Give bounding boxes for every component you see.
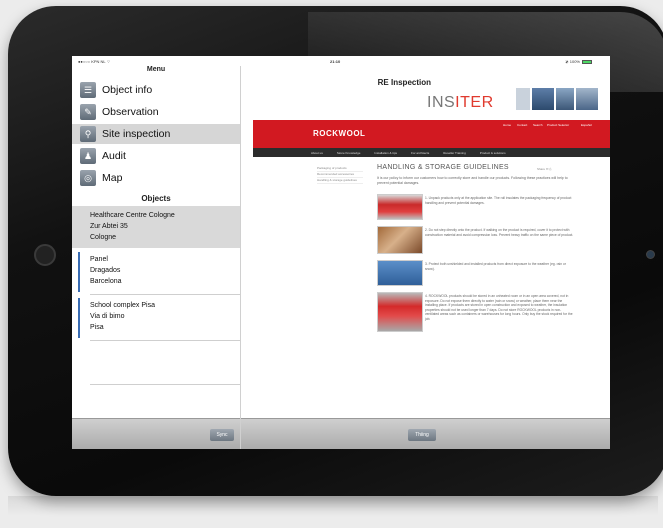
step-text: 1. Unpack products only at the applicati… (425, 196, 572, 205)
audit-icon: ♟ (80, 148, 96, 164)
guideline-step: 3. Protect both unshielded and installed… (377, 260, 577, 286)
object-item-panel[interactable]: Panel Dragados Barcelona (72, 252, 240, 292)
battery-label: ≵ 100% (565, 59, 580, 64)
menu-item-object-info[interactable]: ☰ Object info (72, 80, 240, 100)
header-images (516, 88, 598, 110)
object-city: Barcelona (90, 278, 122, 285)
step-text: 4. ROCKWOOL products should be stored in… (425, 294, 573, 321)
camera-lens (646, 250, 655, 259)
rockwool-nav: About us Stone Knowledge Installation & … (253, 148, 610, 157)
sync-button[interactable]: Sync (210, 429, 234, 441)
tablet-shadow (8, 496, 658, 516)
objects-title: Objects (141, 194, 171, 203)
menu-item-observation[interactable]: ✎ Observation (72, 102, 240, 122)
step-image (377, 292, 423, 332)
guidelines-heading: HANDLING & STORAGE GUIDELINES (377, 164, 509, 171)
step-text: 3. Protect both unshielded and installed… (425, 262, 566, 271)
magnifier-icon: ⚲ (80, 126, 96, 142)
step-image (377, 226, 423, 254)
insiter-logo: INSITER (427, 94, 494, 112)
object-street: Via di bimo (90, 313, 125, 320)
share-tools[interactable]: Share ✉ ⎙ (537, 167, 552, 171)
menu-item-audit[interactable]: ♟ Audit (72, 146, 240, 166)
menu-item-label: Site inspection (102, 128, 171, 140)
header-image (516, 88, 530, 110)
guideline-step: 2. Do not step directly onto the product… (377, 226, 577, 254)
side-links: Packaging of products Recommended access… (317, 166, 363, 184)
top-link[interactable]: Home (503, 123, 511, 127)
object-city: Cologne (90, 234, 117, 241)
top-link[interactable]: Product Selector (547, 123, 569, 127)
object-name: Panel (90, 256, 108, 263)
left-toolbar: Sync (72, 418, 240, 449)
status-bar: ●●○○○ KPN NL ⌔ 21:10 ≵ 100% (72, 56, 610, 66)
menu-item-label: Observation (102, 106, 159, 118)
guideline-step: 1. Unpack products only at the applicati… (377, 194, 577, 220)
step-image (377, 194, 423, 220)
header-image (556, 88, 574, 110)
object-city: Pisa (90, 324, 104, 331)
thiing-button[interactable]: Thiing (408, 429, 436, 441)
menu-item-site-inspection[interactable]: ⚲ Site inspection (72, 124, 240, 144)
rockwool-logo[interactable]: ROCKWOOL (313, 129, 365, 138)
object-street: Dragados (90, 267, 121, 274)
object-street: Zur Abtei 35 (90, 223, 128, 230)
list-divider (90, 384, 240, 385)
map-icon: ◎ (80, 170, 96, 186)
nav-item[interactable]: Installation & tips (374, 151, 397, 155)
clock: 21:10 (330, 59, 341, 64)
left-panel: Menu ☰ Object info ✎ Observation ⚲ Site … (72, 66, 241, 449)
battery-icon (582, 59, 592, 64)
menu-title: Menu (146, 66, 166, 73)
carrier-label: ●●○○○ KPN NL ⌔ (78, 59, 111, 64)
side-link[interactable]: Handling & storage guidelines (317, 178, 363, 184)
tablet-screen: ●●○○○ KPN NL ⌔ 21:10 ≵ 100% Menu ☰ Objec… (72, 56, 610, 449)
object-name: School complex Pisa (90, 302, 155, 309)
nav-item[interactable]: About us (311, 151, 323, 155)
document-icon: ☰ (80, 82, 96, 98)
list-divider (90, 340, 240, 341)
inspection-title: RE Inspection (377, 78, 431, 87)
nav-item[interactable]: Product & solutions (480, 151, 506, 155)
inspection-panel: RE Inspection INSITER ROCKWOOL Home Cont… (241, 66, 610, 449)
battery-indicator: ≵ 100% (565, 59, 592, 64)
header-image (532, 88, 554, 110)
object-item-school[interactable]: School complex Pisa Via di bimo Pisa (72, 298, 240, 338)
top-link[interactable]: Contact (517, 123, 527, 127)
step-text: 2. Do not step directly onto the product… (425, 228, 574, 237)
header-image (576, 88, 598, 110)
menu-item-label: Object info (102, 84, 153, 96)
step-image (377, 260, 423, 286)
right-toolbar: Thiing (241, 418, 610, 449)
pencil-icon: ✎ (80, 104, 96, 120)
object-name: Healthcare Centre Cologne (90, 212, 175, 219)
nav-item[interactable]: Reseller Training (443, 151, 466, 155)
menu-item-label: Map (102, 172, 123, 184)
guidelines-intro: It is our policy to inform our customers… (377, 176, 568, 185)
menu-item-label: Audit (102, 150, 126, 162)
guideline-step: 4. ROCKWOOL products should be stored in… (377, 292, 577, 332)
insiter-brand: INSITER (427, 94, 494, 111)
home-button[interactable] (34, 244, 56, 266)
list-divider (90, 294, 240, 295)
top-link[interactable]: Español (581, 123, 592, 127)
nav-item[interactable]: For architects (411, 151, 429, 155)
menu-item-map[interactable]: ◎ Map (72, 168, 240, 188)
object-item-healthcare[interactable]: Healthcare Centre Cologne Zur Abtei 35 C… (72, 206, 240, 248)
top-link[interactable]: Search (533, 123, 543, 127)
nav-item[interactable]: Stone Knowledge (337, 151, 361, 155)
